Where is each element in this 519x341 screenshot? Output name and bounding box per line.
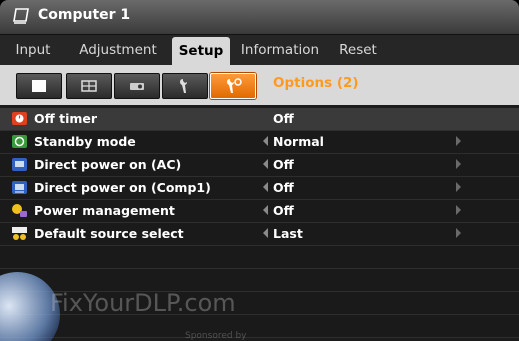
- empty-row: [0, 246, 519, 269]
- setting-label: Standby mode: [34, 134, 136, 149]
- setting-value: Off: [273, 111, 294, 126]
- menu-icon: [32, 80, 46, 92]
- tab-reset[interactable]: Reset: [334, 35, 382, 65]
- title-bar: Computer 1: [0, 0, 519, 35]
- osd-menu: Computer 1 Input Adjustment Setup Inform…: [0, 0, 519, 341]
- sponsored-text: Sponsored by: [185, 331, 247, 341]
- standby-icon: [12, 135, 27, 148]
- setting-label: Direct power on (AC): [34, 157, 182, 172]
- options-subpage-button[interactable]: [210, 73, 256, 99]
- grid-icon: [81, 80, 97, 92]
- left-arrow-icon[interactable]: [263, 228, 268, 238]
- power-management-icon: [12, 204, 27, 217]
- setting-label: Off timer: [34, 111, 98, 126]
- right-arrow-icon[interactable]: [456, 205, 461, 215]
- setting-row-standby-mode[interactable]: Standby mode Normal: [0, 131, 519, 154]
- right-arrow-icon[interactable]: [456, 228, 461, 238]
- setting-row-direct-power-on-comp1[interactable]: Direct power on (Comp1) Off: [0, 177, 519, 200]
- setting-value: Off: [273, 157, 294, 172]
- window-title: Computer 1: [38, 7, 131, 23]
- right-arrow-icon[interactable]: [456, 136, 461, 146]
- projector-subpage-button[interactable]: [114, 73, 160, 99]
- setting-label: Default source select: [34, 226, 184, 241]
- left-arrow-icon[interactable]: [263, 136, 268, 146]
- empty-row: [0, 315, 519, 338]
- setting-value: Normal: [273, 134, 324, 149]
- subpage-title: Options (2): [273, 75, 359, 91]
- setting-row-power-management[interactable]: Power management Off: [0, 200, 519, 223]
- wrench-subpage-button[interactable]: [162, 73, 208, 99]
- wrench-options-icon: [227, 78, 242, 93]
- right-arrow-icon[interactable]: [456, 182, 461, 192]
- power-comp-icon: [12, 181, 27, 194]
- power-ac-icon: [12, 158, 27, 171]
- right-arrow-icon[interactable]: [456, 159, 461, 169]
- timer-icon: [12, 112, 27, 125]
- tab-information[interactable]: Information: [236, 35, 324, 65]
- setting-label: Power management: [34, 203, 175, 218]
- tab-bar: Input Adjustment Setup Information Reset: [0, 35, 519, 65]
- subpage-bar: Options (2): [0, 65, 519, 105]
- computer-input-icon: [13, 8, 29, 24]
- tab-adjustment[interactable]: Adjustment: [66, 35, 170, 65]
- tab-setup[interactable]: Setup: [172, 37, 230, 65]
- setting-row-default-source-select[interactable]: Default source select Last: [0, 223, 519, 246]
- setting-row-direct-power-on-ac[interactable]: Direct power on (AC) Off: [0, 154, 519, 177]
- setting-label: Direct power on (Comp1): [34, 180, 211, 195]
- left-arrow-icon[interactable]: [263, 159, 268, 169]
- tab-input[interactable]: Input: [8, 35, 58, 65]
- projector-icon: [130, 83, 144, 90]
- wrench-icon: [180, 79, 187, 93]
- setting-row-off-timer[interactable]: Off timer Off: [0, 108, 519, 131]
- watermark-text: FixYourDLP.com: [50, 289, 236, 317]
- left-arrow-icon[interactable]: [263, 205, 268, 215]
- setting-value: Off: [273, 180, 294, 195]
- left-arrow-icon[interactable]: [263, 182, 268, 192]
- setting-value: Off: [273, 203, 294, 218]
- grid-subpage-button[interactable]: [66, 73, 112, 99]
- menu-subpage-button[interactable]: [16, 73, 62, 99]
- setting-value: Last: [273, 226, 303, 241]
- source-select-icon: [12, 227, 27, 240]
